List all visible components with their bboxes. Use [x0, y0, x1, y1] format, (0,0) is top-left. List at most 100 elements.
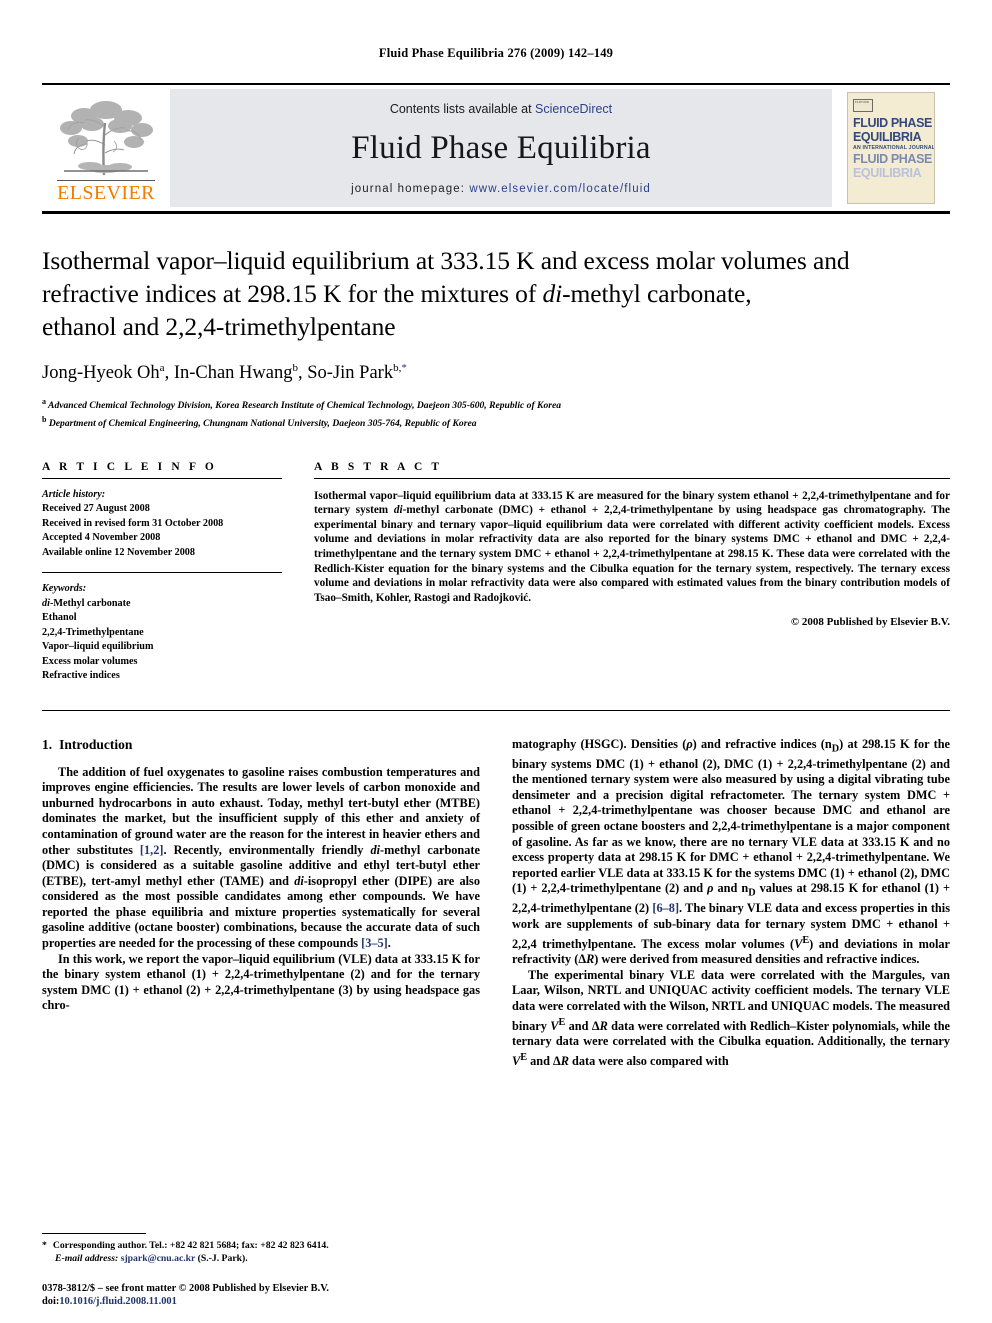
cover-artwork: ELSEVIER FLUID PHASE EQUILIBRIA AN INTER… [847, 92, 935, 204]
keywords-group: Keywords: di-Methyl carbonate Ethanol 2,… [42, 582, 282, 684]
masthead-bottom-rule [42, 211, 950, 214]
doi-label: doi: [42, 1296, 60, 1308]
footnote-line-1: Corresponding author. Tel.: +82 42 821 5… [52, 1240, 329, 1251]
cover-line-4: EQUILIBRIA [853, 165, 922, 180]
email-label: E-mail address: [55, 1253, 119, 1264]
abstract-text: Isothermal vapor–liquid equilibrium data… [314, 489, 950, 606]
cover-line-3: FLUID PHASE [853, 152, 932, 166]
keywords-label: Keywords: [42, 583, 87, 595]
paragraph: In this work, we report the vapor–liquid… [42, 951, 480, 1013]
section-number: 1. [42, 736, 53, 752]
info-abstract-row: A R T I C L E I N F O Article history: R… [42, 461, 950, 684]
title-line-2-a: refractive indices at 298.15 K for the m… [42, 279, 543, 308]
author-3: So-Jin Parkb,* [307, 362, 407, 384]
keyword-item: di-Methyl carbonate [42, 597, 282, 612]
affiliation-b: b Department of Chemical Engineering, Ch… [42, 413, 950, 431]
abstract-heading: A B S T R A C T [314, 460, 443, 473]
cover-line-1: FLUID PHASE [853, 116, 932, 130]
history-received: Received 27 August 2008 [42, 503, 150, 515]
author-list: Jong-Hyeok Oha, In-Chan Hwangb, So-Jin P… [42, 362, 950, 384]
paragraph: The addition of fuel oxygenates to gasol… [42, 764, 480, 951]
running-head: Fluid Phase Equilibria 276 (2009) 142–14… [378, 46, 614, 60]
section-heading-introduction: 1. Introduction [42, 737, 480, 753]
author-2: In-Chan Hwangb [173, 362, 298, 384]
author-3-name: So-Jin Park [307, 363, 394, 384]
abstract-part-2: -methyl carbonate (DMC) + ethanol + 2,2,… [314, 504, 950, 604]
body-column-right: matography (HSGC). Densities (ρ) and ref… [512, 737, 950, 1070]
article-history-group: Article history: Received 27 August 2008… [42, 488, 282, 561]
article-info-column: A R T I C L E I N F O Article history: R… [42, 461, 282, 684]
corresponding-author-note: * Corresponding author. Tel.: +82 42 821 … [42, 1239, 466, 1265]
author-2-name: In-Chan Hwang [173, 363, 293, 384]
history-revised: Received in revised form 31 October 2008 [42, 517, 224, 529]
footnote-rule [42, 1233, 146, 1234]
journal-cover-thumbnail: ELSEVIER FLUID PHASE EQUILIBRIA AN INTER… [832, 85, 950, 211]
elsevier-logo: ELSEVIER [42, 85, 170, 211]
page-title: Isothermal vapor–liquid equilibrium at 3… [42, 244, 950, 343]
author-sep-1: , [164, 363, 174, 384]
affiliation-b-mark: b [42, 414, 47, 424]
author-3-affil-mark: b,* [393, 362, 407, 374]
email-suffix: (S.-J. Park). [197, 1253, 248, 1264]
affiliation-a: a Advanced Chemical Technology Division,… [42, 395, 950, 413]
title-line-3: ethanol and 2,2,4-trimethylpentane [42, 312, 396, 341]
cover-subtitle: AN INTERNATIONAL JOURNAL [853, 145, 935, 151]
affiliation-a-text: Advanced Chemical Technology Division, K… [48, 400, 562, 412]
homepage-url-link[interactable]: www.elsevier.com/locate/fluid [469, 183, 650, 195]
keyword-item: Refractive indices [42, 670, 120, 682]
author-sep-2: , [298, 363, 308, 384]
footnote-star: * [42, 1240, 47, 1251]
affiliation-a-mark: a [42, 397, 46, 407]
footnote-email-line: E-mail address: sjpark@cnu.ac.kr (S.-J. … [42, 1252, 466, 1265]
title-block: Isothermal vapor–liquid equilibrium at 3… [42, 244, 950, 431]
article-history-label: Article history: [42, 488, 106, 500]
abstract-column: A B S T R A C T Isothermal vapor–liquid … [314, 461, 950, 684]
doi-value[interactable]: 10.1016/j.fluid.2008.11.001 [59, 1296, 176, 1307]
journal-banner: Contents lists available at ScienceDirec… [170, 89, 832, 207]
sciencedirect-link[interactable]: ScienceDirect [535, 102, 612, 116]
title-line-1: Isothermal vapor–liquid equilibrium at 3… [42, 246, 850, 275]
abstract-rule [314, 477, 950, 479]
keyword-1-rest: -Methyl carbonate [49, 597, 131, 609]
title-line-2-b: -methyl carbonate, [562, 279, 752, 308]
affiliation-list: a Advanced Chemical Technology Division,… [42, 395, 950, 430]
abstract-italic-di: di [393, 504, 403, 517]
paragraph: The experimental binary VLE data were co… [512, 967, 950, 1068]
journal-title: Fluid Phase Equilibria [351, 129, 651, 166]
article-info-rule [42, 477, 282, 479]
keyword-item: Excess molar volumes [42, 655, 138, 667]
keyword-1-italic: di [42, 597, 50, 609]
contents-prefix: Contents lists available at [389, 101, 536, 116]
body-columns: 1. Introduction The addition of fuel oxyg… [42, 737, 950, 1070]
imprint-block: 0378-3812/$ – see front matter © 2008 Pu… [42, 1282, 329, 1309]
title-line-2-italic: di [542, 279, 563, 308]
keyword-item: Ethanol [42, 612, 77, 624]
body-top-divider [42, 709, 950, 711]
elsevier-tree-icon [60, 101, 153, 176]
history-keywords-divider [42, 572, 282, 574]
elsevier-wordmark: ELSEVIER [57, 180, 155, 204]
author-1: Jong-Hyeok Oha [42, 362, 165, 384]
abstract-copyright: © 2008 Published by Elsevier B.V. [790, 616, 950, 629]
paragraph: matography (HSGC). Densities (ρ) and ref… [512, 736, 950, 967]
affiliation-b-text: Department of Chemical Engineering, Chun… [48, 418, 477, 430]
journal-homepage-line: journal homepage: www.elsevier.com/locat… [351, 183, 651, 195]
footnote-block: * Corresponding author. Tel.: +82 42 821 … [42, 1233, 466, 1265]
homepage-label: journal homepage: [351, 182, 466, 195]
issn-line: 0378-3812/$ – see front matter © 2008 Pu… [42, 1282, 329, 1294]
history-accepted: Accepted 4 November 2008 [42, 532, 161, 544]
history-online: Available online 12 November 2008 [42, 546, 195, 558]
keyword-item: 2,2,4-Trimethylpentane [42, 626, 144, 638]
author-1-name: Jong-Hyeok Oh [42, 363, 160, 384]
body-column-left: 1. Introduction The addition of fuel oxyg… [42, 737, 480, 1070]
section-name: Introduction [59, 736, 133, 752]
keyword-item: Vapor–liquid equilibrium [42, 641, 154, 653]
article-info-heading: A R T I C L E I N F O [42, 460, 217, 473]
cover-elsevier-badge: ELSEVIER [853, 99, 873, 112]
journal-masthead: ELSEVIER Contents lists available at Sci… [42, 83, 950, 211]
email-link[interactable]: sjpark@cnu.ac.kr [121, 1253, 196, 1264]
contents-available-line: Contents lists available at ScienceDirec… [390, 102, 612, 116]
corresponding-author-star[interactable]: * [401, 362, 407, 374]
article-page: Fluid Phase Equilibria 276 (2009) 142–14… [0, 0, 992, 1323]
cover-line-2: EQUILIBRIA [853, 129, 922, 144]
